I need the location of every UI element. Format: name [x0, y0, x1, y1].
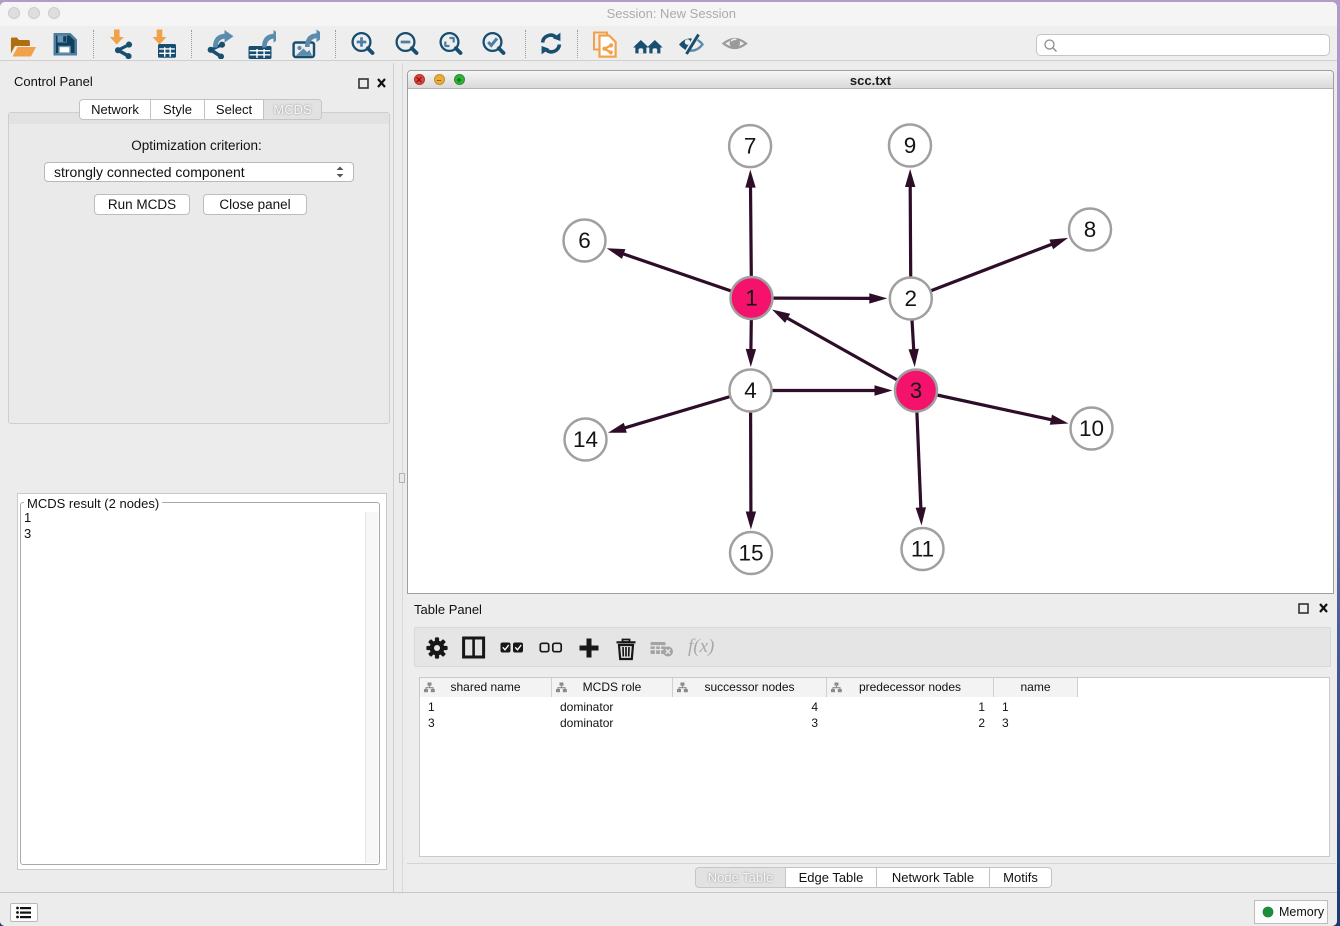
svg-text:6: 6 — [578, 228, 591, 253]
svg-text:3: 3 — [910, 378, 923, 403]
svg-text:9: 9 — [904, 133, 917, 158]
svg-text:14: 14 — [573, 427, 598, 452]
svg-text:7: 7 — [744, 134, 757, 159]
svg-text:4: 4 — [744, 378, 757, 403]
svg-text:15: 15 — [738, 541, 763, 566]
svg-text:2: 2 — [905, 286, 918, 311]
svg-text:11: 11 — [911, 537, 934, 562]
svg-text:10: 10 — [1079, 416, 1104, 441]
svg-text:1: 1 — [745, 286, 758, 311]
svg-text:8: 8 — [1084, 217, 1097, 242]
